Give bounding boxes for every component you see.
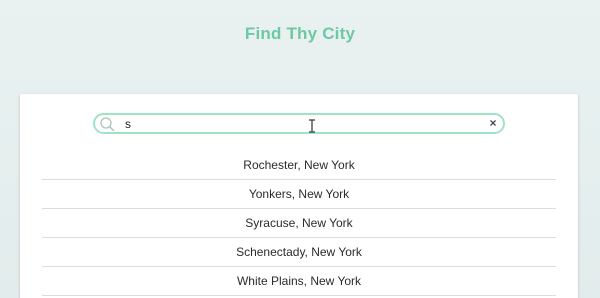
result-item-yonkers[interactable]: Yonkers, New York [42,180,556,209]
result-item-rochester[interactable]: Rochester, New York [42,151,556,180]
result-item-syracuse[interactable]: Syracuse, New York [42,209,556,238]
text-cursor-icon [309,119,315,133]
search-box[interactable]: × [93,113,505,134]
clear-search-button[interactable]: × [487,116,499,131]
search-panel: × Rochester, New York Yonkers, New York … [20,94,578,298]
result-item-schenectady[interactable]: Schenectady, New York [42,238,556,267]
search-input[interactable] [125,116,425,131]
search-icon [100,117,115,132]
results-list: Rochester, New York Yonkers, New York Sy… [42,151,556,296]
result-item-white-plains[interactable]: White Plains, New York [42,267,556,296]
page-title: Find Thy City [244,24,356,43]
